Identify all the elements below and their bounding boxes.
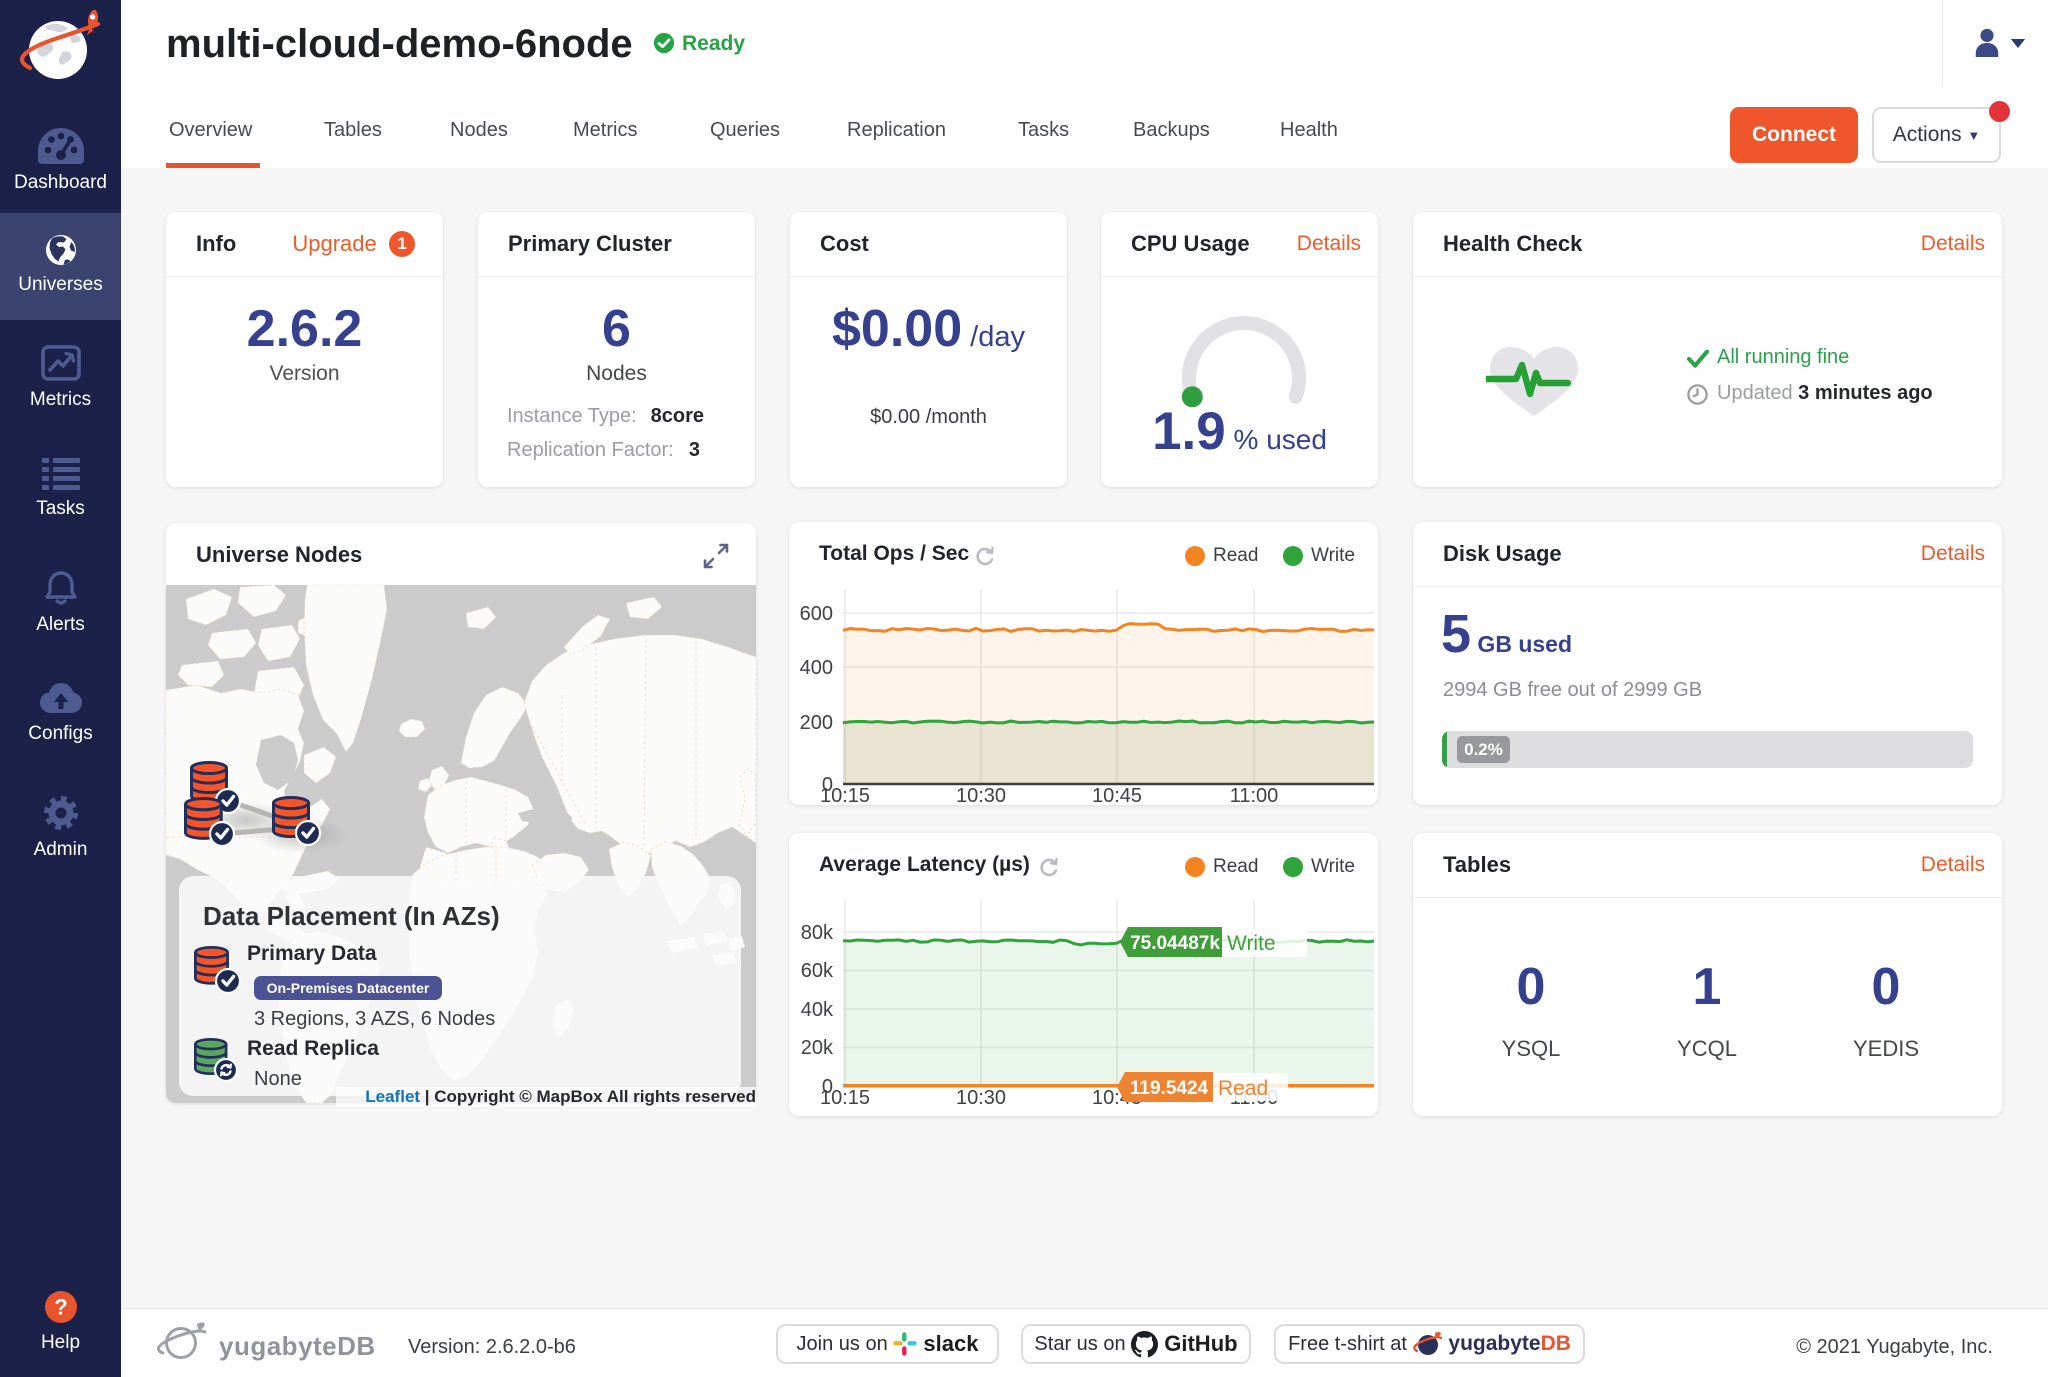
svg-text:10:30: 10:30 bbox=[956, 1087, 1006, 1109]
svg-text:80k: 80k bbox=[801, 922, 834, 944]
svg-text:600: 600 bbox=[800, 603, 833, 625]
svg-text:200: 200 bbox=[800, 712, 833, 734]
svg-text:10:15: 10:15 bbox=[820, 785, 870, 805]
svg-text:40k: 40k bbox=[801, 999, 834, 1021]
svg-text:400: 400 bbox=[800, 657, 833, 679]
svg-text:Write: Write bbox=[1227, 932, 1276, 955]
svg-text:20k: 20k bbox=[801, 1037, 834, 1059]
svg-text:119.5424: 119.5424 bbox=[1130, 1078, 1209, 1099]
svg-text:11:00: 11:00 bbox=[1230, 785, 1279, 805]
svg-text:10:30: 10:30 bbox=[956, 785, 1006, 805]
svg-text:60k: 60k bbox=[801, 960, 834, 982]
svg-text:?: ? bbox=[54, 1295, 67, 1320]
svg-text:10:45: 10:45 bbox=[1092, 785, 1142, 805]
svg-text:10:15: 10:15 bbox=[820, 1087, 870, 1109]
svg-text:Read: Read bbox=[1218, 1077, 1268, 1100]
svg-text:75.04487k: 75.04487k bbox=[1130, 933, 1220, 954]
